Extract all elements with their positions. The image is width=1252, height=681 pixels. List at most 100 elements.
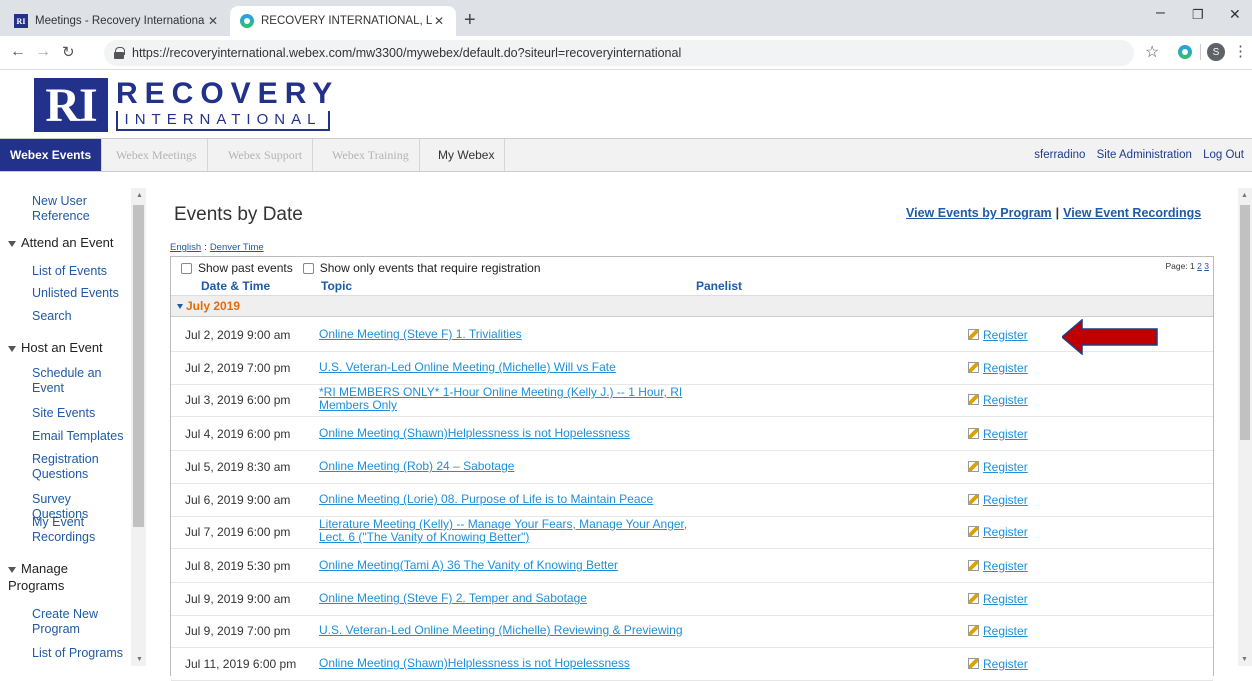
event-topic-link[interactable]: Online Meeting (Steve F) 2. Temper and S…	[319, 592, 689, 605]
event-topic-link[interactable]: Online Meeting (Steve F) 1. Trivialities	[319, 328, 689, 341]
sidebar-item-search[interactable]: Search	[32, 309, 130, 324]
event-date: Jul 6, 2019 9:00 am	[185, 493, 291, 507]
sidebar-item-new-user-reference[interactable]: New User Reference	[32, 194, 130, 224]
register-label: Register	[983, 361, 1028, 375]
minimize-icon[interactable]: –	[1156, 4, 1165, 22]
new-tab-icon[interactable]: +	[464, 9, 476, 32]
table-row: Jul 4, 2019 6:00 pm Online Meeting (Shawn…	[171, 418, 1213, 451]
lock-icon	[114, 47, 125, 59]
event-topic-link[interactable]: Online Meeting (Shawn)Helplessness is no…	[319, 657, 689, 670]
page-scroll-thumb[interactable]	[1240, 205, 1250, 440]
sidebar-section-host[interactable]: Host an Event	[8, 339, 103, 356]
tab-my-webex[interactable]: My Webex	[428, 139, 506, 171]
sidebar-item-site-events[interactable]: Site Events	[32, 406, 130, 421]
show-registration-only-checkbox[interactable]	[302, 262, 314, 274]
webex-extension-icon[interactable]	[1178, 45, 1192, 59]
sidebar-item-create-program[interactable]: Create New Program	[32, 607, 130, 637]
sidebar-item-unlisted-events[interactable]: Unlisted Events	[32, 286, 130, 301]
event-topic-link[interactable]: U.S. Veteran-Led Online Meeting (Michell…	[319, 361, 689, 374]
register-link[interactable]: Register	[968, 427, 1028, 441]
logout-link[interactable]: Log Out	[1203, 149, 1244, 161]
register-link[interactable]: Register	[968, 460, 1028, 474]
view-links: View Events by Program | View Event Record…	[906, 206, 1201, 220]
month-group-header[interactable]: July 2019	[171, 295, 1213, 317]
close-icon[interactable]: ✕	[432, 14, 446, 28]
event-topic-link[interactable]: Online Meeting (Shawn)Helplessness is no…	[319, 427, 689, 440]
page-title: Events by Date	[174, 204, 303, 225]
register-link[interactable]: Register	[968, 559, 1028, 573]
register-label: Register	[983, 493, 1028, 507]
table-row: Jul 9, 2019 9:00 am Online Meeting (Steve…	[171, 583, 1213, 616]
collapse-triangle-icon	[8, 240, 16, 247]
recovery-international-logo[interactable]: RI RECOVERY INTERNATIONAL	[34, 78, 334, 132]
reload-icon[interactable]: ↻	[62, 43, 75, 61]
register-link[interactable]: Register	[968, 624, 1028, 638]
scroll-down-icon[interactable]: ▼	[136, 656, 143, 663]
scroll-up-icon[interactable]: ▲	[136, 192, 143, 199]
page-3-link[interactable]: 3	[1204, 261, 1209, 271]
event-topic-link[interactable]: U.S. Veteran-Led Online Meeting (Michell…	[319, 624, 689, 637]
profile-avatar[interactable]: S	[1207, 43, 1225, 61]
tab-webex-events[interactable]: Webex Events	[0, 139, 103, 171]
pagination: Page: 1 2 3	[1165, 261, 1209, 271]
register-link[interactable]: Register	[968, 657, 1028, 671]
ri-favicon-icon: RI	[14, 14, 28, 28]
sidebar-item-schedule-event[interactable]: Schedule an Event	[32, 366, 130, 396]
column-header-date[interactable]: Date & Time	[201, 279, 270, 293]
page-2-link[interactable]: 2	[1197, 261, 1202, 271]
browser-tab-recovery[interactable]: RECOVERY INTERNATIONAL, LTD ✕	[230, 6, 456, 36]
register-label: Register	[983, 657, 1028, 671]
show-past-events-checkbox[interactable]	[181, 262, 192, 274]
register-link[interactable]: Register	[968, 393, 1028, 407]
event-topic-link[interactable]: Online Meeting (Lorie) 08. Purpose of Li…	[319, 493, 689, 506]
register-label: Register	[983, 592, 1028, 606]
browser-tab-meetings[interactable]: RI Meetings - Recovery Internationa ✕	[4, 6, 230, 36]
section-label: Attend an Event	[21, 235, 114, 250]
show-registration-only-label: Show only events that require registrati…	[319, 261, 541, 275]
red-arrow-icon	[1062, 319, 1158, 355]
edit-pencil-icon	[968, 362, 979, 373]
view-events-by-program-link[interactable]: View Events by Program	[906, 206, 1052, 220]
scroll-up-icon[interactable]: ▲	[1241, 192, 1248, 199]
sidebar-scroll-thumb[interactable]	[133, 205, 144, 527]
site-nav-bar: Webex Events Webex Meetings Webex Suppor…	[0, 138, 1252, 172]
sidebar-item-registration-questions[interactable]: Registration Questions	[32, 452, 130, 482]
edit-pencil-icon	[968, 593, 979, 604]
table-row: Jul 2, 2019 9:00 am Online Meeting (Steve…	[171, 319, 1213, 352]
tab-webex-training[interactable]: Webex Training	[322, 139, 420, 171]
register-link[interactable]: Register	[968, 361, 1028, 375]
column-header-topic[interactable]: Topic	[321, 279, 352, 293]
window-close-icon[interactable]: ✕	[1229, 6, 1241, 23]
forward-icon[interactable]: →	[35, 43, 51, 61]
timezone-link[interactable]: Denver Time	[210, 242, 264, 253]
sidebar-item-list-programs[interactable]: List of Programs	[32, 646, 130, 661]
site-administration-link[interactable]: Site Administration	[1097, 149, 1192, 161]
tab-webex-meetings[interactable]: Webex Meetings	[106, 139, 208, 171]
event-topic-link[interactable]: *RI MEMBERS ONLY* 1-Hour Online Meeting …	[319, 386, 689, 412]
bookmark-star-icon[interactable]: ☆	[1145, 42, 1159, 62]
register-link[interactable]: Register	[968, 493, 1028, 507]
register-link[interactable]: Register	[968, 328, 1028, 342]
sidebar-item-list-of-events[interactable]: List of Events	[32, 264, 130, 279]
event-topic-link[interactable]: Literature Meeting (Kelly) -- Manage You…	[319, 518, 689, 544]
scroll-down-icon[interactable]: ▼	[1241, 656, 1248, 663]
tab-webex-support[interactable]: Webex Support	[218, 139, 314, 171]
sidebar-section-manage[interactable]: Manage Programs	[8, 560, 118, 594]
register-link[interactable]: Register	[968, 592, 1028, 606]
view-event-recordings-link[interactable]: View Event Recordings	[1063, 206, 1201, 220]
close-icon[interactable]: ✕	[206, 14, 220, 28]
back-icon[interactable]: ←	[10, 43, 26, 61]
event-topic-link[interactable]: Online Meeting (Rob) 24 – Sabotage	[319, 460, 689, 473]
language-link[interactable]: English	[170, 242, 201, 253]
register-link[interactable]: Register	[968, 525, 1028, 539]
menu-kebab-icon[interactable]: ⋮	[1233, 42, 1248, 60]
event-topic-link[interactable]: Online Meeting(Tami A) 36 The Vanity of …	[319, 559, 689, 572]
address-bar[interactable]: https://recoveryinternational.webex.com/…	[104, 40, 1134, 66]
sidebar-section-attend[interactable]: Attend an Event	[8, 234, 114, 251]
sidebar-item-email-templates[interactable]: Email Templates	[32, 429, 130, 444]
sidebar-item-my-event-recordings[interactable]: My Event Recordings	[32, 515, 130, 545]
browser-tab-bar: RI Meetings - Recovery Internationa ✕ RE…	[0, 0, 1252, 36]
table-row: Jul 9, 2019 7:00 pm U.S. Veteran-Led Onli…	[171, 615, 1213, 648]
restore-icon[interactable]: ❐	[1192, 7, 1204, 23]
username-link[interactable]: sferradino	[1034, 149, 1085, 161]
